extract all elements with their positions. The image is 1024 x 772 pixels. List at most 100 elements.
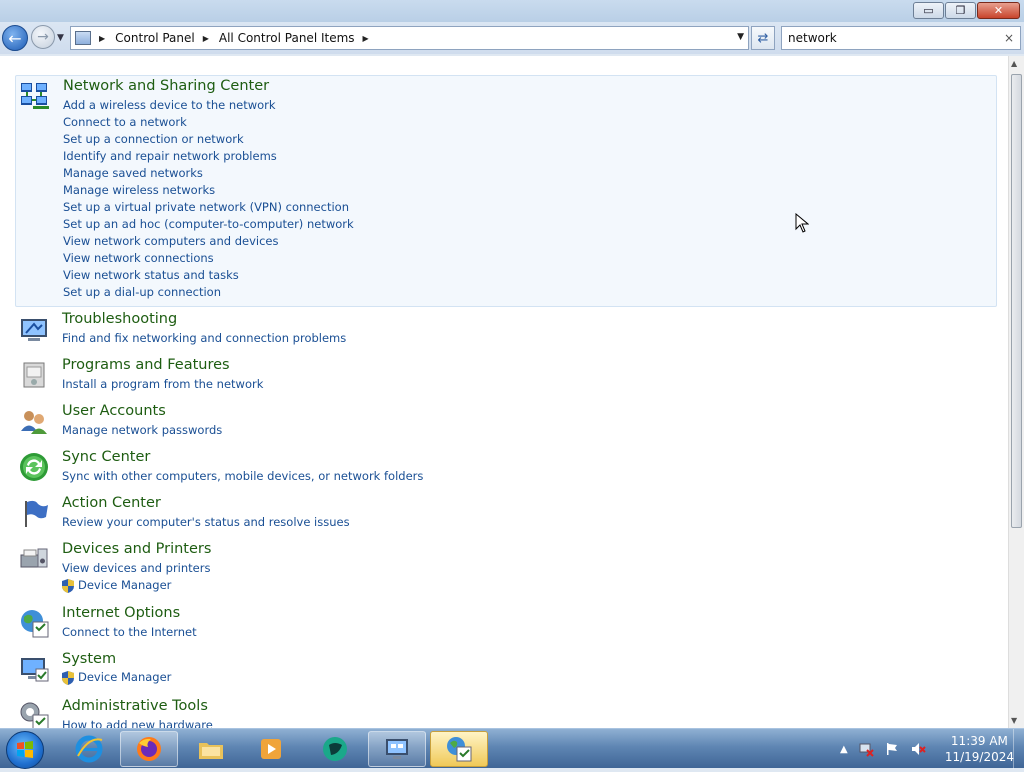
result-link[interactable]: Device Manager (78, 670, 171, 684)
result-devices-printers: Devices and Printers View devices and pr… (15, 539, 997, 601)
taskbar-file-explorer[interactable] (182, 731, 240, 767)
show-hidden-icons-icon[interactable]: ▲ (840, 744, 848, 755)
taskbar-control-panel[interactable] (430, 731, 488, 767)
troubleshooting-icon (21, 319, 47, 341)
result-link[interactable]: Manage saved networks (63, 166, 203, 180)
result-link[interactable]: Install a program from the network (62, 377, 263, 391)
scrollbar-thumb[interactable] (1011, 74, 1022, 528)
result-action-center: Action Center Review your computer's sta… (15, 493, 997, 537)
system-tray: ▲ (840, 729, 926, 769)
result-link[interactable]: Device Manager (78, 578, 171, 592)
result-link[interactable]: View devices and printers (62, 561, 210, 575)
result-link[interactable]: Identify and repair network problems (63, 149, 277, 163)
result-title[interactable]: User Accounts (62, 403, 166, 419)
back-button[interactable]: ← (2, 25, 28, 51)
system-icon (21, 658, 49, 682)
result-link[interactable]: View network computers and devices (63, 234, 278, 248)
result-link[interactable]: Connect to a network (63, 115, 187, 129)
breadcrumb-separator[interactable]: ▶ (99, 34, 105, 43)
result-link[interactable]: Find and fix networking and connection p… (62, 331, 346, 345)
result-user-accounts: User Accounts Manage network passwords (15, 401, 997, 445)
breadcrumb-control-panel[interactable]: Control Panel (115, 31, 195, 45)
network-status-icon[interactable] (858, 741, 874, 757)
result-link[interactable]: How to add new hardware (62, 718, 213, 728)
result-title[interactable]: Sync Center (62, 449, 150, 465)
taskbar-firefox[interactable] (120, 731, 178, 767)
vertical-scrollbar[interactable]: ▲ ▼ (1008, 56, 1024, 728)
taskbar-media-player[interactable] (242, 731, 300, 767)
result-title[interactable]: Programs and Features (62, 357, 230, 373)
result-link[interactable]: Set up a connection or network (63, 132, 244, 146)
forward-button[interactable]: → (31, 25, 55, 49)
result-link[interactable]: Manage wireless networks (63, 183, 215, 197)
windows-logo-icon (17, 741, 33, 758)
clock[interactable]: 11:39 AM 11/19/2024 (945, 733, 1014, 765)
control-panel-icon (447, 737, 472, 762)
result-link[interactable]: Set up a dial-up connection (63, 285, 221, 299)
search-box[interactable]: × (781, 26, 1021, 50)
results-pane: Network and Sharing Center Add a wireles… (0, 56, 1008, 728)
result-title[interactable]: Administrative Tools (62, 698, 208, 714)
result-network-sharing-center: Network and Sharing Center Add a wireles… (15, 75, 997, 307)
result-link[interactable]: Connect to the Internet (62, 625, 197, 639)
taskbar-app[interactable] (306, 731, 364, 767)
recent-pages-button[interactable]: ▼ (57, 33, 64, 43)
volume-muted-icon[interactable] (910, 741, 926, 757)
result-internet-options: Internet Options Connect to the Internet (15, 603, 997, 647)
show-desktop-button[interactable] (1013, 729, 1024, 769)
close-button[interactable]: ✕ (977, 2, 1020, 19)
result-administrative-tools: Administrative Tools How to add new hard… (15, 696, 997, 728)
result-link[interactable]: Sync with other computers, mobile device… (62, 469, 423, 483)
breadcrumb-all-items[interactable]: All Control Panel Items (219, 31, 355, 45)
forward-arrow-icon: → (37, 29, 49, 45)
result-system: System Device Manager (15, 649, 997, 693)
user-accounts-icon (21, 411, 47, 434)
uac-shield-icon (62, 671, 74, 685)
scroll-up-icon[interactable]: ▲ (1011, 59, 1017, 68)
address-dropdown-icon[interactable]: ▼ (737, 32, 744, 42)
result-title[interactable]: Troubleshooting (62, 311, 177, 327)
result-title[interactable]: Action Center (62, 495, 161, 511)
result-troubleshooting: Troubleshooting Find and fix networking … (15, 309, 997, 353)
minimize-button[interactable]: ▭ (913, 2, 944, 19)
result-link[interactable]: Review your computer's status and resolv… (62, 515, 350, 529)
internet-explorer-icon (75, 735, 103, 763)
start-button[interactable] (6, 731, 44, 769)
result-link[interactable]: Manage network passwords (62, 423, 222, 437)
result-link[interactable]: View network connections (63, 251, 214, 265)
address-bar[interactable]: ▶ Control Panel ▶ All Control Panel Item… (70, 26, 749, 50)
taskbar: ▲ 11:39 AM 11/19/2024 (0, 728, 1024, 769)
result-title[interactable]: Devices and Printers (62, 541, 211, 557)
clear-search-icon[interactable]: × (1004, 31, 1014, 45)
mouse-cursor-icon (795, 213, 809, 233)
restore-button[interactable]: ❐ (945, 2, 976, 19)
clock-time: 11:39 AM (950, 734, 1008, 748)
sync-center-icon (20, 453, 48, 481)
refresh-button[interactable]: ⇄ (751, 26, 775, 50)
breadcrumb-separator[interactable]: ▶ (363, 34, 369, 43)
refresh-icon: ⇄ (757, 30, 769, 46)
result-title[interactable]: System (62, 651, 116, 667)
scroll-down-icon[interactable]: ▼ (1011, 716, 1017, 725)
result-sync-center: Sync Center Sync with other computers, m… (15, 447, 997, 491)
result-link[interactable]: View network status and tasks (63, 268, 239, 282)
action-center-icon (25, 500, 48, 527)
result-link[interactable]: Set up a virtual private network (VPN) c… (63, 200, 349, 214)
administrative-tools-icon (20, 702, 49, 728)
uac-shield-icon (62, 579, 74, 593)
result-title[interactable]: Network and Sharing Center (63, 78, 269, 94)
result-title[interactable]: Internet Options (62, 605, 180, 621)
clock-date: 11/19/2024 (944, 750, 1014, 764)
result-link[interactable]: Add a wireless device to the network (63, 98, 276, 112)
devices-printers-icon (20, 548, 48, 568)
action-center-flag-icon[interactable] (884, 741, 900, 757)
internet-options-icon (21, 610, 49, 638)
result-link[interactable]: Set up an ad hoc (computer-to-computer) … (63, 217, 354, 231)
media-player-icon (261, 739, 281, 759)
taskbar-remote-desktop[interactable] (368, 731, 426, 767)
taskbar-internet-explorer[interactable] (60, 731, 118, 767)
breadcrumb-separator[interactable]: ▶ (203, 34, 209, 43)
control-panel-small-icon (75, 31, 91, 45)
search-input[interactable] (788, 31, 988, 45)
network-sharing-icon (21, 83, 49, 109)
